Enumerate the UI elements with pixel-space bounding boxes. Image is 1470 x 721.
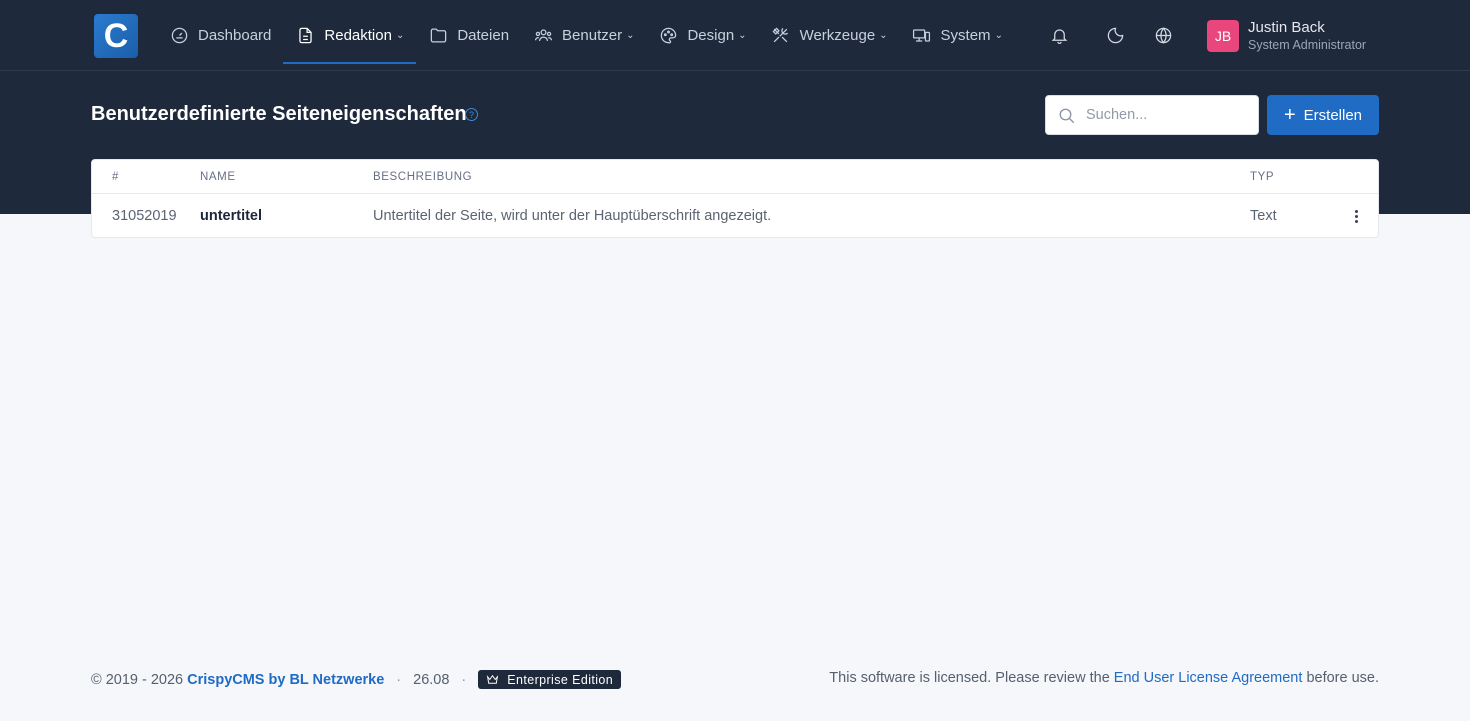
devices-icon (911, 25, 933, 47)
chevron-down-icon: ⌄ (738, 30, 747, 41)
nav-item-system[interactable]: System ⌄ (911, 0, 1014, 71)
avatar-initials: JB (1214, 28, 1232, 44)
properties-table: # Name Beschreibung Typ 31052019 unterti… (91, 159, 1379, 238)
logo-letter: C (103, 16, 129, 55)
create-button[interactable]: + Erstellen (1267, 95, 1379, 135)
column-header-type: Typ (1250, 171, 1275, 183)
page-title: Benutzerdefinierte Seiteneigenschaften (91, 103, 467, 125)
dashboard-icon (168, 25, 190, 47)
eula-link[interactable]: End User License Agreement (1114, 670, 1303, 686)
license-suffix: before use. (1306, 670, 1379, 686)
main-nav: Dashboard Redaktion ⌄ Dateien Benutzer ⌄… (168, 0, 1026, 71)
footer-separator: · (461, 671, 467, 688)
help-glyph: ? (468, 109, 474, 120)
nav-label: Design (687, 27, 735, 44)
search-input[interactable] (1086, 107, 1251, 123)
nav-label: Werkzeuge (799, 27, 876, 44)
moon-icon[interactable] (1104, 24, 1126, 46)
folder-icon (427, 25, 449, 47)
app-logo[interactable]: C (94, 14, 138, 58)
nav-label: Benutzer (562, 27, 623, 44)
create-button-label: Erstellen (1303, 106, 1363, 124)
nav-label: Redaktion (324, 27, 392, 44)
footer-separator: · (396, 671, 402, 688)
nav-label: Dateien (457, 27, 510, 44)
nav-label: System (940, 27, 991, 44)
chevron-down-icon: ⌄ (994, 30, 1003, 41)
nav-label: Dashboard (198, 27, 272, 44)
edition-label: Enterprise Edition (507, 672, 614, 687)
footer-left: © 2019 - 2026 CrispyCMS by BL Netzwerke … (91, 670, 622, 689)
bell-icon[interactable] (1048, 24, 1070, 46)
footer-copyright: © 2019 - 2026 (91, 671, 184, 688)
nav-item-dateien[interactable]: Dateien (427, 0, 520, 71)
user-name[interactable]: Justin Back (1248, 19, 1325, 36)
nav-item-redaktion[interactable]: Redaktion ⌄ (283, 0, 417, 71)
users-icon (532, 25, 554, 47)
table-header: # Name Beschreibung Typ (92, 160, 1378, 194)
column-header-id: # (112, 171, 119, 183)
palette-icon (657, 25, 679, 47)
globe-icon[interactable] (1152, 24, 1174, 46)
cell-type: Text (1250, 208, 1277, 224)
nav-item-benutzer[interactable]: Benutzer ⌄ (532, 0, 645, 71)
table-row[interactable]: 31052019 untertitel Untertitel der Seite… (92, 194, 1378, 237)
footer-right: This software is licensed. Please review… (829, 670, 1379, 686)
column-header-name: Name (200, 171, 236, 183)
search-box[interactable] (1045, 95, 1259, 135)
nav-item-dashboard[interactable]: Dashboard (168, 0, 282, 71)
search-icon (1059, 108, 1075, 124)
license-prefix: This software is licensed. Please review… (829, 670, 1110, 686)
footer-version: 26.08 (413, 671, 450, 688)
chevron-down-icon: ⌄ (626, 30, 635, 41)
cell-description: Untertitel der Seite, wird unter der Hau… (373, 208, 772, 224)
cell-name[interactable]: untertitel (200, 208, 262, 224)
help-icon[interactable]: ? (465, 108, 478, 121)
footer-brand-link[interactable]: CrispyCMS by BL Netzwerke (187, 672, 384, 688)
document-icon (294, 25, 316, 47)
user-role: System Administrator (1248, 38, 1367, 52)
plus-icon: + (1283, 104, 1296, 126)
nav-item-werkzeuge[interactable]: Werkzeuge ⌄ (770, 0, 899, 71)
nav-item-design[interactable]: Design ⌄ (657, 0, 757, 71)
crown-icon (487, 674, 499, 684)
avatar[interactable]: JB (1207, 20, 1239, 52)
edition-badge: Enterprise Edition (478, 670, 622, 689)
row-actions-kebab-icon[interactable] (1349, 206, 1363, 226)
chevron-down-icon: ⌄ (395, 30, 405, 41)
chevron-down-icon: ⌄ (879, 30, 888, 41)
column-header-description: Beschreibung (373, 171, 473, 183)
cell-id: 31052019 (112, 208, 177, 224)
tools-icon (770, 25, 792, 47)
